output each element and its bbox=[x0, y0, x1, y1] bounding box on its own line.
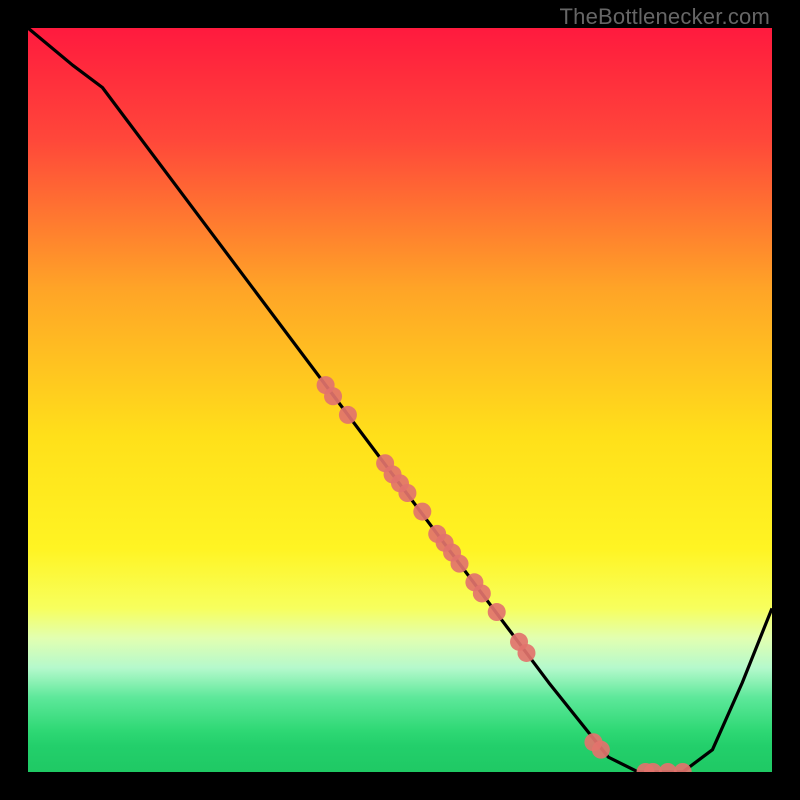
data-point bbox=[413, 503, 431, 521]
data-point bbox=[473, 584, 491, 602]
data-point bbox=[398, 484, 416, 502]
chart-frame bbox=[28, 28, 772, 772]
data-point bbox=[488, 603, 506, 621]
chart-svg bbox=[28, 28, 772, 772]
watermark-text: TheBottlenecker.com bbox=[560, 4, 770, 30]
data-point bbox=[517, 644, 535, 662]
data-point bbox=[451, 555, 469, 573]
data-point bbox=[339, 406, 357, 424]
data-point bbox=[592, 741, 610, 759]
data-point bbox=[324, 387, 342, 405]
